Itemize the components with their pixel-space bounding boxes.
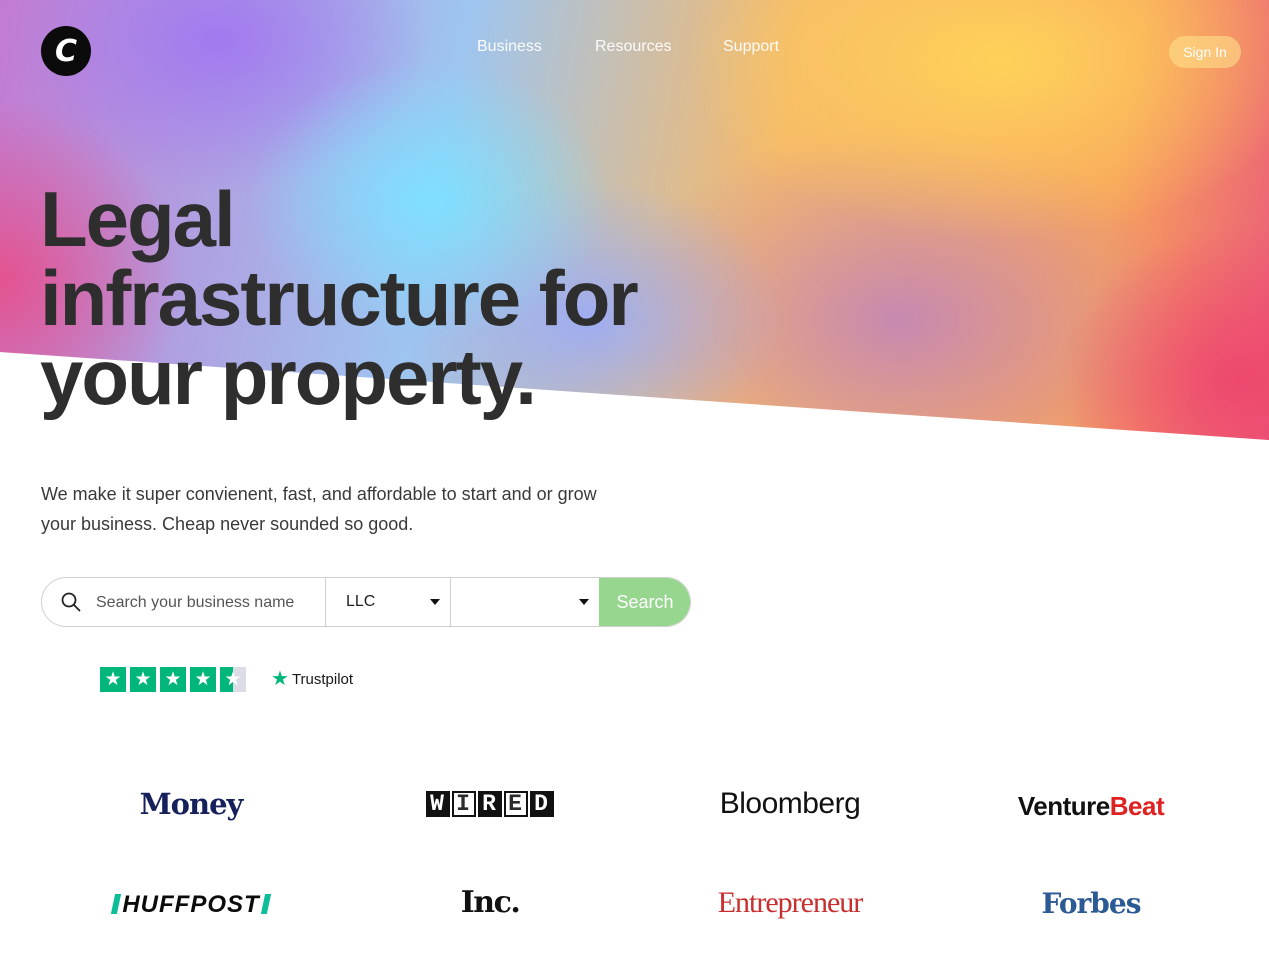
business-search-bar: LLC Search <box>41 577 691 627</box>
half-star-icon: ★ <box>220 667 246 692</box>
entity-type-value: LLC <box>346 593 376 610</box>
press-logo-money: Money <box>139 787 244 821</box>
press-logo-wired: WIRED <box>340 791 640 817</box>
chevron-down-icon <box>430 599 440 605</box>
headline-line-1: Legal <box>40 175 236 263</box>
press-logos: Money WIRED Bloomberg VentureBeat HUFFPO… <box>0 765 1269 945</box>
trustpilot-logo[interactable]: ★ Trustpilot <box>271 669 353 689</box>
star-icon: ★ <box>130 667 156 692</box>
star-icon: ★ <box>190 667 216 692</box>
state-select[interactable] <box>450 578 600 626</box>
press-logo-bloomberg: Bloomberg <box>719 787 861 820</box>
entity-type-select[interactable]: LLC <box>325 578 451 626</box>
search-icon <box>61 592 81 612</box>
hero-subtext: We make it super convienent, fast, and a… <box>41 484 597 534</box>
nav-item-support[interactable]: Support <box>723 38 779 56</box>
press-logo-huffpost: HUFFPOST <box>41 891 341 919</box>
star-icon: ★ <box>100 667 126 692</box>
trustpilot-star-icon: ★ <box>271 668 289 690</box>
trustpilot-wordmark: Trustpilot <box>291 670 354 688</box>
press-logo-entrepreneur: Entrepreneur <box>717 886 864 919</box>
sign-in-button[interactable]: Sign In <box>1169 36 1241 68</box>
headline-line-2: infrastructure for <box>40 254 639 342</box>
press-logo-forbes: Forbes <box>1041 887 1142 920</box>
press-logo-inc: Inc. <box>460 885 521 920</box>
nav-item-resources[interactable]: Resources <box>595 38 671 56</box>
business-name-input[interactable] <box>94 578 328 626</box>
brand-logo[interactable]: C <box>41 26 91 76</box>
trustpilot-star-rating: ★ ★ ★ ★ ★ <box>100 667 246 692</box>
press-logo-venturebeat: VentureBeat <box>1017 791 1165 821</box>
headline-line-3: your property. <box>40 333 537 421</box>
star-icon: ★ <box>160 667 186 692</box>
nav-item-business[interactable]: Business <box>477 38 542 56</box>
hero-headline: Legal infrastructure for your property. <box>40 175 639 421</box>
search-button[interactable]: Search <box>599 578 690 626</box>
chevron-down-icon <box>579 599 589 605</box>
logo-letter: C <box>54 33 78 69</box>
